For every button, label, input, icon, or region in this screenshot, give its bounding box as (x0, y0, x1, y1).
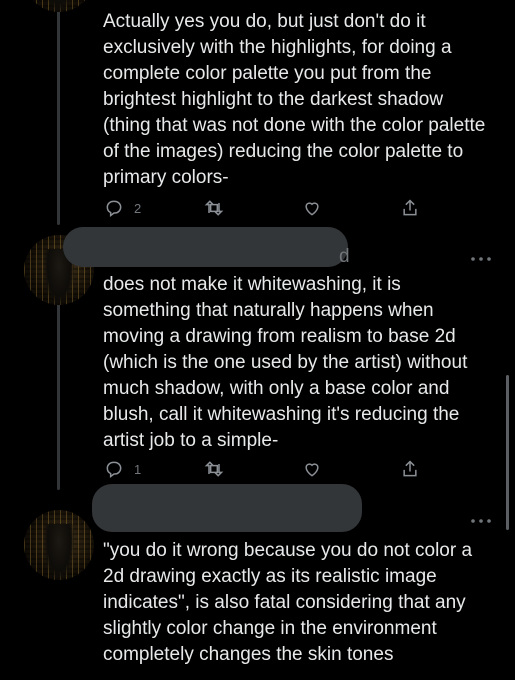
username-tail: d (339, 246, 350, 267)
reply-count: 1 (134, 461, 142, 477)
thread-line-top (57, 0, 60, 225)
tweet-actions: 2 (100, 196, 420, 222)
share-icon (403, 460, 417, 477)
tweet-text: "you do it wrong because you do not colo… (103, 540, 473, 665)
reply-button[interactable]: 1 (104, 457, 141, 481)
reply-count: 2 (134, 200, 142, 216)
avatar[interactable] (24, 0, 94, 12)
redacted-username (63, 227, 348, 267)
redacted-username (92, 484, 362, 532)
scrollbar[interactable] (506, 375, 509, 530)
more-icon[interactable] (470, 518, 492, 524)
thread-line-middle (57, 300, 60, 490)
tweet-text: does not make it whitewashing, it is som… (103, 274, 468, 451)
more-icon[interactable] (470, 256, 492, 262)
tweet-actions: 1 (100, 457, 420, 483)
retweet-button[interactable] (204, 457, 224, 481)
retweet-icon (204, 461, 224, 477)
like-icon (305, 202, 319, 216)
share-button[interactable] (400, 196, 420, 220)
tweet-text: Actually yes you do, but just don't do i… (103, 11, 486, 188)
reply-button[interactable]: 2 (104, 196, 141, 220)
avatar[interactable] (24, 510, 94, 580)
like-button[interactable] (302, 196, 322, 220)
share-button[interactable] (400, 457, 420, 481)
reply-icon (106, 200, 122, 217)
reply-icon (106, 461, 122, 478)
retweet-button[interactable] (204, 196, 224, 220)
like-button[interactable] (302, 457, 322, 481)
like-icon (305, 463, 319, 477)
share-icon (403, 199, 417, 216)
retweet-icon (204, 200, 224, 216)
